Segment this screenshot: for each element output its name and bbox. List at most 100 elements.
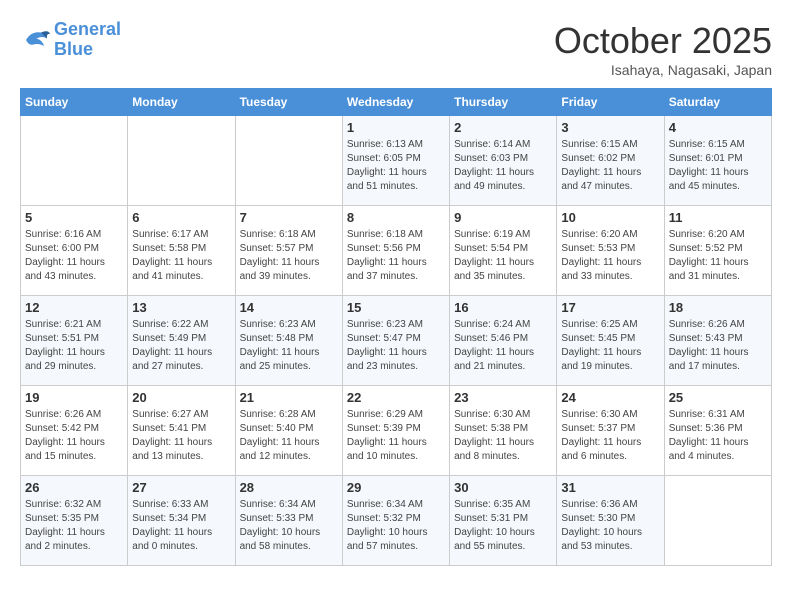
day-number: 11 — [669, 210, 767, 225]
weekday-header-thursday: Thursday — [450, 89, 557, 116]
logo-icon — [20, 25, 50, 55]
calendar-cell — [21, 116, 128, 206]
day-number: 17 — [561, 300, 659, 315]
day-number: 6 — [132, 210, 230, 225]
day-number: 26 — [25, 480, 123, 495]
day-info: Sunrise: 6:20 AM Sunset: 5:53 PM Dayligh… — [561, 228, 659, 284]
day-info: Sunrise: 6:16 AM Sunset: 6:00 PM Dayligh… — [25, 228, 123, 284]
day-info: Sunrise: 6:27 AM Sunset: 5:41 PM Dayligh… — [132, 408, 230, 464]
day-info: Sunrise: 6:34 AM Sunset: 5:33 PM Dayligh… — [240, 498, 338, 554]
calendar-cell: 30Sunrise: 6:35 AM Sunset: 5:31 PM Dayli… — [450, 476, 557, 566]
calendar-table: SundayMondayTuesdayWednesdayThursdayFrid… — [20, 88, 772, 566]
calendar-week-row: 19Sunrise: 6:26 AM Sunset: 5:42 PM Dayli… — [21, 386, 772, 476]
calendar-cell: 9Sunrise: 6:19 AM Sunset: 5:54 PM Daylig… — [450, 206, 557, 296]
calendar-cell: 20Sunrise: 6:27 AM Sunset: 5:41 PM Dayli… — [128, 386, 235, 476]
calendar-cell: 28Sunrise: 6:34 AM Sunset: 5:33 PM Dayli… — [235, 476, 342, 566]
calendar-header-row: SundayMondayTuesdayWednesdayThursdayFrid… — [21, 89, 772, 116]
calendar-cell: 18 Sunrise: 6:26 AM Sunset: 5:43 PM Dayli… — [664, 296, 771, 386]
day-info: Sunrise: 6:23 AM Sunset: 5:48 PM Dayligh… — [240, 318, 338, 374]
calendar-cell — [235, 116, 342, 206]
day-info: Sunrise: 6:17 AM Sunset: 5:58 PM Dayligh… — [132, 228, 230, 284]
calendar-cell: 29Sunrise: 6:34 AM Sunset: 5:32 PM Dayli… — [342, 476, 449, 566]
day-info: Sunrise: 6:25 AM Sunset: 5:45 PM Dayligh… — [561, 318, 659, 374]
day-number: 10 — [561, 210, 659, 225]
calendar-cell: 13 Sunrise: 6:22 AM Sunset: 5:49 PM Dayli… — [128, 296, 235, 386]
logo-line1: General — [54, 19, 121, 39]
day-number: 2 — [454, 120, 552, 135]
weekday-header-friday: Friday — [557, 89, 664, 116]
day-number: 4 — [669, 120, 767, 135]
day-info: Sunrise: 6:21 AM Sunset: 5:51 PM Dayligh… — [25, 318, 123, 374]
calendar-cell: 14 Sunrise: 6:23 AM Sunset: 5:48 PM Dayli… — [235, 296, 342, 386]
calendar-cell: 26 Sunrise: 6:32 AM Sunset: 5:35 PM Dayli… — [21, 476, 128, 566]
calendar-cell: 27 Sunrise: 6:33 AM Sunset: 5:34 PM Dayli… — [128, 476, 235, 566]
calendar-cell: 11 Sunrise: 6:20 AM Sunset: 5:52 PM Dayli… — [664, 206, 771, 296]
day-info: Sunrise: 6:33 AM Sunset: 5:34 PM Dayligh… — [132, 498, 230, 554]
day-number: 22 — [347, 390, 445, 405]
day-number: 3 — [561, 120, 659, 135]
day-number: 25 — [669, 390, 767, 405]
day-info: Sunrise: 6:23 AM Sunset: 5:47 PM Dayligh… — [347, 318, 445, 374]
calendar-cell: 2 Sunrise: 6:14 AM Sunset: 6:03 PM Daylig… — [450, 116, 557, 206]
day-info: Sunrise: 6:29 AM Sunset: 5:39 PM Dayligh… — [347, 408, 445, 464]
day-info: Sunrise: 6:24 AM Sunset: 5:46 PM Dayligh… — [454, 318, 552, 374]
calendar-cell: 7Sunrise: 6:18 AM Sunset: 5:57 PM Daylig… — [235, 206, 342, 296]
calendar-cell: 17 Sunrise: 6:25 AM Sunset: 5:45 PM Dayli… — [557, 296, 664, 386]
title-block: October 2025 Isahaya, Nagasaki, Japan — [554, 20, 772, 78]
calendar-cell: 31Sunrise: 6:36 AM Sunset: 5:30 PM Dayli… — [557, 476, 664, 566]
logo: General Blue — [20, 20, 121, 60]
calendar-cell: 21Sunrise: 6:28 AM Sunset: 5:40 PM Dayli… — [235, 386, 342, 476]
calendar-cell: 6 Sunrise: 6:17 AM Sunset: 5:58 PM Daylig… — [128, 206, 235, 296]
day-number: 15 — [347, 300, 445, 315]
day-number: 9 — [454, 210, 552, 225]
weekday-header-wednesday: Wednesday — [342, 89, 449, 116]
day-number: 16 — [454, 300, 552, 315]
day-info: Sunrise: 6:26 AM Sunset: 5:43 PM Dayligh… — [669, 318, 767, 374]
day-number: 13 — [132, 300, 230, 315]
day-info: Sunrise: 6:14 AM Sunset: 6:03 PM Dayligh… — [454, 138, 552, 194]
day-number: 31 — [561, 480, 659, 495]
calendar-cell: 16 Sunrise: 6:24 AM Sunset: 5:46 PM Dayli… — [450, 296, 557, 386]
calendar-cell: 23 Sunrise: 6:30 AM Sunset: 5:38 PM Dayli… — [450, 386, 557, 476]
calendar-cell — [128, 116, 235, 206]
day-number: 12 — [25, 300, 123, 315]
day-number: 1 — [347, 120, 445, 135]
logo-text: General Blue — [54, 20, 121, 60]
day-info: Sunrise: 6:18 AM Sunset: 5:56 PM Dayligh… — [347, 228, 445, 284]
day-info: Sunrise: 6:30 AM Sunset: 5:37 PM Dayligh… — [561, 408, 659, 464]
calendar-cell: 15 Sunrise: 6:23 AM Sunset: 5:47 PM Dayli… — [342, 296, 449, 386]
month-title: October 2025 — [554, 20, 772, 62]
day-info: Sunrise: 6:30 AM Sunset: 5:38 PM Dayligh… — [454, 408, 552, 464]
day-info: Sunrise: 6:32 AM Sunset: 5:35 PM Dayligh… — [25, 498, 123, 554]
calendar-cell: 8 Sunrise: 6:18 AM Sunset: 5:56 PM Daylig… — [342, 206, 449, 296]
day-number: 7 — [240, 210, 338, 225]
calendar-week-row: 1 Sunrise: 6:13 AM Sunset: 6:05 PM Daylig… — [21, 116, 772, 206]
day-number: 23 — [454, 390, 552, 405]
calendar-week-row: 12 Sunrise: 6:21 AM Sunset: 5:51 PM Dayli… — [21, 296, 772, 386]
calendar-cell: 19Sunrise: 6:26 AM Sunset: 5:42 PM Dayli… — [21, 386, 128, 476]
day-number: 27 — [132, 480, 230, 495]
day-number: 18 — [669, 300, 767, 315]
day-number: 29 — [347, 480, 445, 495]
day-number: 14 — [240, 300, 338, 315]
calendar-cell: 25Sunrise: 6:31 AM Sunset: 5:36 PM Dayli… — [664, 386, 771, 476]
page-header: General Blue October 2025 Isahaya, Nagas… — [20, 20, 772, 78]
day-number: 8 — [347, 210, 445, 225]
weekday-header-monday: Monday — [128, 89, 235, 116]
location: Isahaya, Nagasaki, Japan — [554, 62, 772, 78]
day-number: 30 — [454, 480, 552, 495]
day-info: Sunrise: 6:13 AM Sunset: 6:05 PM Dayligh… — [347, 138, 445, 194]
weekday-header-tuesday: Tuesday — [235, 89, 342, 116]
day-info: Sunrise: 6:28 AM Sunset: 5:40 PM Dayligh… — [240, 408, 338, 464]
calendar-cell — [664, 476, 771, 566]
day-info: Sunrise: 6:22 AM Sunset: 5:49 PM Dayligh… — [132, 318, 230, 374]
calendar-week-row: 5 Sunrise: 6:16 AM Sunset: 6:00 PM Daylig… — [21, 206, 772, 296]
day-info: Sunrise: 6:15 AM Sunset: 6:01 PM Dayligh… — [669, 138, 767, 194]
weekday-header-saturday: Saturday — [664, 89, 771, 116]
day-number: 5 — [25, 210, 123, 225]
calendar-cell: 5 Sunrise: 6:16 AM Sunset: 6:00 PM Daylig… — [21, 206, 128, 296]
calendar-cell: 24 Sunrise: 6:30 AM Sunset: 5:37 PM Dayli… — [557, 386, 664, 476]
day-number: 24 — [561, 390, 659, 405]
day-info: Sunrise: 6:20 AM Sunset: 5:52 PM Dayligh… — [669, 228, 767, 284]
logo-line2: Blue — [54, 39, 93, 59]
